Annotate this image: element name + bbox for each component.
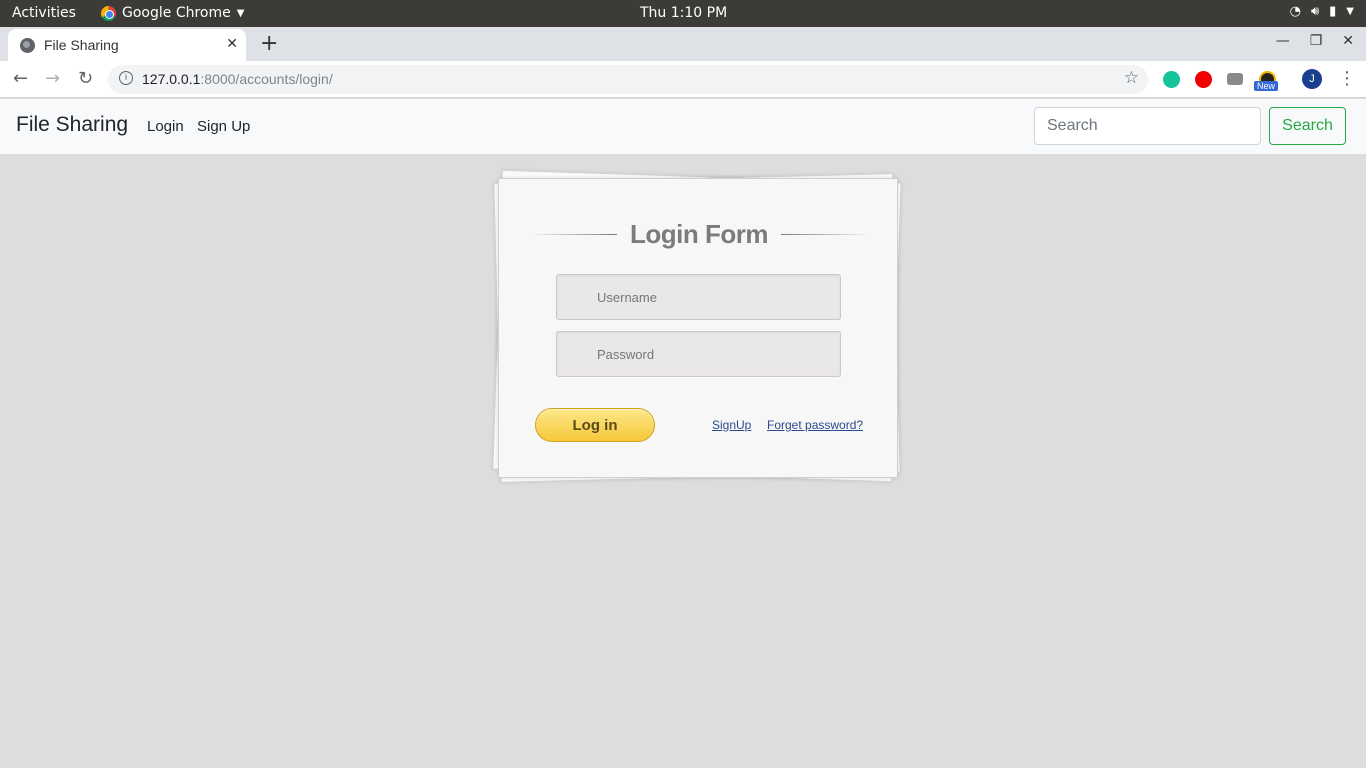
url-text: 127.0.0.1:8000/accounts/login/: [142, 71, 333, 87]
more-menu-icon[interactable]: ⋮: [1338, 68, 1356, 89]
back-icon[interactable]: ←: [13, 68, 28, 89]
wifi-icon: ◔: [1289, 4, 1301, 19]
forgot-password-link[interactable]: Forget password?: [767, 418, 863, 432]
app-menu-label: Google Chrome: [122, 5, 231, 21]
info-icon[interactable]: i: [119, 71, 133, 85]
new-tab-button[interactable]: +: [260, 31, 278, 56]
globe-icon: [20, 37, 35, 53]
login-form-card: Login Form Log in SignUp Forget password…: [498, 178, 898, 478]
username-field[interactable]: [556, 274, 841, 320]
battery-icon: ▮: [1329, 4, 1337, 19]
forward-icon[interactable]: →: [45, 68, 60, 89]
camera-extension-icon[interactable]: [1227, 73, 1243, 85]
maximize-icon[interactable]: ❐: [1310, 33, 1323, 49]
reload-icon[interactable]: ↻: [78, 68, 93, 89]
close-icon[interactable]: ✕: [226, 35, 238, 52]
tab-strip: File Sharing ✕ + — ❐ ✕: [0, 27, 1366, 61]
browser-toolbar: ← → ↻ i 127.0.0.1:8000/accounts/login/ ☆…: [0, 61, 1366, 98]
search-input[interactable]: [1034, 107, 1261, 145]
os-top-bar: Activities Google Chrome ▼ Thu 1:10 PM ◔…: [0, 0, 1366, 27]
password-field[interactable]: [556, 331, 841, 377]
minimize-icon[interactable]: —: [1276, 33, 1290, 49]
site-navbar: File Sharing Login Sign Up Search: [0, 99, 1366, 154]
search-button[interactable]: Search: [1269, 107, 1346, 145]
grammarly-extension-icon[interactable]: [1163, 71, 1180, 88]
adblock-extension-icon[interactable]: [1195, 71, 1212, 88]
close-window-icon[interactable]: ✕: [1342, 33, 1354, 49]
url-path: :8000/accounts/login/: [200, 71, 333, 87]
tab-title: File Sharing: [44, 37, 119, 53]
app-menu[interactable]: Google Chrome ▼: [101, 5, 244, 21]
nav-link-login[interactable]: Login: [147, 118, 184, 135]
page-viewport: File Sharing Login Sign Up Search Login …: [0, 99, 1366, 768]
url-host: 127.0.0.1: [142, 71, 201, 87]
extension-new-badge: New: [1254, 81, 1279, 91]
login-form-title: Login Form: [630, 219, 768, 249]
clock[interactable]: Thu 1:10 PM: [640, 5, 727, 21]
nav-link-signup[interactable]: Sign Up: [197, 118, 250, 135]
system-tray[interactable]: ◔ 🔊︎ ▮ ▼: [1290, 4, 1354, 19]
signup-link[interactable]: SignUp: [712, 418, 751, 432]
bookmark-star-icon[interactable]: ☆: [1124, 68, 1139, 88]
address-bar[interactable]: i 127.0.0.1:8000/accounts/login/ ☆: [108, 65, 1148, 94]
activities-button[interactable]: Activities: [12, 5, 76, 21]
profile-avatar[interactable]: J: [1302, 69, 1322, 89]
chrome-icon: [101, 5, 116, 21]
login-button[interactable]: Log in: [535, 408, 655, 442]
tab-file-sharing[interactable]: File Sharing ✕: [8, 29, 246, 61]
chevron-down-icon: ▼: [236, 7, 245, 19]
site-brand[interactable]: File Sharing: [16, 113, 128, 137]
window-controls: — ❐ ✕: [1276, 33, 1354, 49]
volume-icon: 🔊︎: [1310, 4, 1320, 19]
chevron-down-icon: ▼: [1346, 6, 1354, 17]
